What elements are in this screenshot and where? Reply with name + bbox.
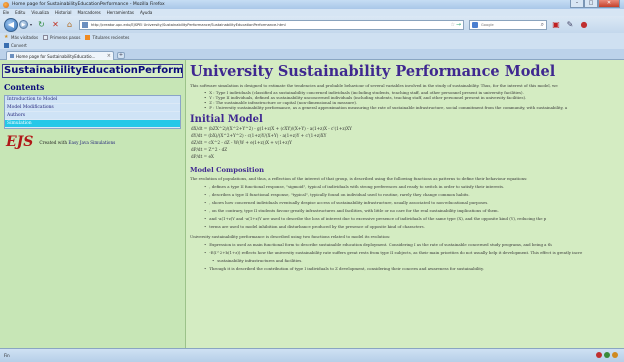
bookmark-getting-started[interactable]: Primeros pasos [43, 34, 80, 40]
page-title: University Sustainability Performance Mo… [190, 63, 556, 80]
reload-icon[interactable]: ↻ [37, 20, 46, 29]
equation-dy: dY/dt = (bX)/(X^2+Y^2) - c(1+z)Y/(X+Y) -… [191, 133, 327, 138]
history-dropdown-icon[interactable]: ▾ [30, 22, 32, 27]
ejs-credit: EJS Created with Easy Java Simulations [6, 134, 115, 150]
back-button[interactable]: ◀ [4, 17, 18, 32]
list-item: sustainability infrastructures and facil… [204, 257, 624, 265]
go-arrow-icon[interactable]: → [456, 21, 461, 28]
performance-intro: University sustainability performance is… [190, 234, 391, 239]
navigation-bar: ◀ ▶ ▾ ↻ ✕ ⌂ http://creator.upc.edu/EJSPE… [0, 16, 624, 33]
tab-close-icon[interactable]: × [107, 53, 111, 59]
variable-list: X : Type I individuals (classified as su… [204, 90, 624, 110]
addon-icon[interactable]: ● [579, 20, 589, 30]
contents-heading: Contents [4, 82, 45, 92]
sync-status-icon[interactable] [604, 352, 610, 358]
forward-button[interactable]: ▶ [19, 20, 28, 29]
convert-button[interactable]: Convert [11, 43, 27, 48]
bookmark-star-icon[interactable]: ☆ [451, 22, 455, 28]
menu-item-file[interactable]: Ele [3, 10, 9, 15]
page-content: SustainabilityEducationPerformance Conte… [0, 60, 624, 348]
back-arrow-icon: ◀ [7, 20, 15, 29]
ejs-logo-icon: EJS [6, 134, 34, 150]
convert-icon [4, 42, 9, 48]
main-frame: University Sustainability Performance Mo… [190, 60, 624, 348]
pdf-icon[interactable]: ▣ [551, 20, 561, 30]
equation-dp2: dP/dt = eX [191, 154, 214, 159]
list-item: Through it is described the contribution… [204, 265, 624, 273]
addon-status-icon[interactable] [596, 352, 602, 358]
status-icons [596, 352, 618, 358]
composition-intro: The evolution of populations, and thus, … [190, 176, 528, 181]
status-text: Fin [4, 353, 10, 358]
tab-strip: Home page for SustainabilityEducatio... … [0, 49, 624, 60]
tab-label: Home page for SustainabilityEducatio... [16, 53, 96, 59]
puzzle-icon[interactable]: ✎ [565, 20, 575, 30]
ejs-link[interactable]: Easy Java Simulations [68, 140, 115, 145]
search-box[interactable]: ⌕ [469, 19, 548, 30]
bookmark-most-visited[interactable]: ★ Más visitados [4, 33, 38, 40]
list-item: , defines a type II functional response,… [204, 183, 624, 191]
toc-link-introduction[interactable]: Introduction to Model [5, 96, 180, 104]
composition-list: , defines a type II functional response,… [204, 183, 624, 231]
search-engine-icon[interactable] [472, 21, 479, 28]
left-frame: SustainabilityEducationPerformance Conte… [0, 60, 186, 348]
rss-icon [85, 34, 91, 40]
tab-favicon-icon [10, 54, 14, 58]
window-titlebar: Home page for SustainabilityEducationPer… [0, 0, 624, 9]
contents-list: Introduction to Model Model Modification… [4, 95, 181, 129]
model-brand-title: SustainabilityEducationPerformance [2, 64, 183, 78]
menu-item-tools[interactable]: Herramientas [107, 10, 134, 15]
equation-dx: dX/dt = (bZX^2)/(X^2+Y^2) - g(1+z)X + (c… [191, 126, 352, 131]
search-icon[interactable]: ⌕ [541, 21, 544, 29]
security-status-icon[interactable] [612, 352, 618, 358]
close-window-button[interactable]: ✕ [598, 0, 620, 8]
list-item: , shows how concerned individuals eventu… [204, 199, 624, 207]
list-item: terms are used to model inhibition and d… [204, 223, 624, 231]
bookmarks-toolbar: ★ Más visitados Primeros pasos Titulares… [0, 33, 624, 41]
performance-list: Expression is used as main functional fo… [204, 241, 624, 273]
stop-icon[interactable]: ✕ [51, 20, 60, 29]
home-icon[interactable]: ⌂ [65, 20, 74, 29]
menu-bar: Ele Editu Visualiza Historial Marcadores… [0, 9, 624, 16]
forward-arrow-icon: ▶ [21, 21, 26, 28]
minimize-button[interactable]: – [570, 0, 584, 8]
window-title: Home page for SustainabilityEducationPer… [12, 2, 165, 7]
list-item: and -a(1+z)Y and -a(1+z)Y are used to de… [204, 215, 624, 223]
status-bar: Fin [0, 348, 624, 362]
bookmark-latest-headlines[interactable]: Titulares recientes [85, 34, 129, 40]
address-bar[interactable]: http://creator.upc.edu/EJSPEI University… [79, 19, 465, 30]
tab-home-page[interactable]: Home page for SustainabilityEducatio... … [6, 51, 114, 60]
maximize-button[interactable]: □ [584, 0, 598, 8]
equation-dz: dZ/dt = cX^2 - dZ - W(W + e(1+z))X + v(1… [191, 140, 292, 145]
credit-text: Created with Easy Java Simulations [39, 139, 116, 145]
composition-heading: Model Composition [190, 166, 265, 174]
initial-model-heading: Initial Model [190, 114, 263, 125]
list-item: -E(I^2+b(1+z)) reflects how the universi… [204, 249, 624, 257]
menu-item-help[interactable]: Ayuda [140, 10, 152, 15]
intro-paragraph: This software simulation is designed to … [190, 83, 558, 88]
list-item: , describes a type II functional respons… [204, 191, 624, 199]
site-favicon-icon [82, 21, 89, 28]
search-input[interactable] [481, 22, 537, 27]
new-tab-button[interactable]: + [117, 52, 125, 59]
toc-link-modifications[interactable]: Model Modifications [5, 104, 180, 112]
convert-toolbar: Convert [0, 41, 624, 49]
firefox-icon [3, 1, 9, 8]
star-icon: ★ [4, 33, 9, 40]
address-url: http://creator.upc.edu/EJSPEI University… [91, 22, 286, 27]
toc-link-authors[interactable]: Authors [5, 112, 180, 120]
menu-item-view[interactable]: Visualiza [31, 10, 49, 15]
equation-dp1: dP/dt = Z^2 - dZ [191, 147, 228, 152]
menu-item-edit[interactable]: Editu [15, 10, 25, 15]
list-item: P : University sustainability performanc… [204, 105, 624, 110]
list-item: Expression is used as main functional fo… [204, 241, 624, 249]
toc-link-simulation[interactable]: Simulation [5, 120, 180, 128]
menu-item-history[interactable]: Historial [55, 10, 72, 15]
page-icon [43, 34, 49, 40]
list-item: , on the contrary, type II students favo… [204, 207, 624, 215]
menu-item-bookmarks[interactable]: Marcadores [78, 10, 101, 15]
